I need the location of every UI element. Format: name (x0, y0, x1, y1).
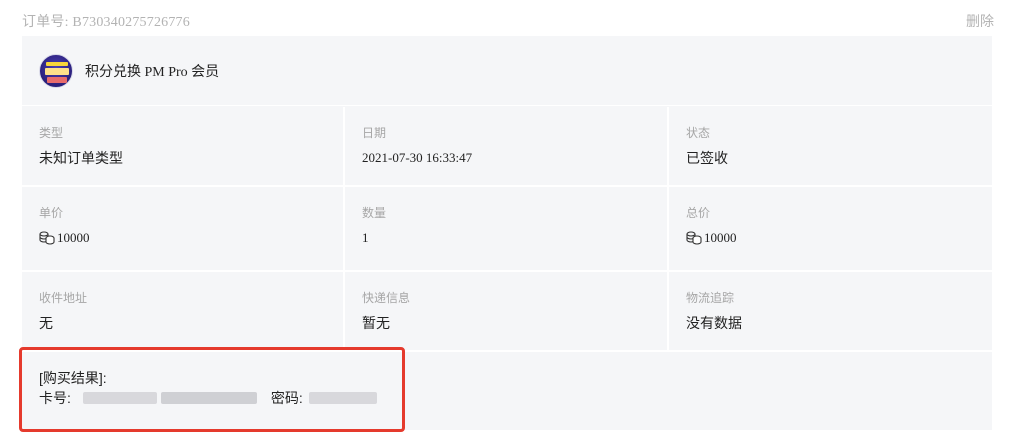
type-label: 类型 (39, 126, 64, 140)
type-value: 未知订单类型 (39, 150, 123, 166)
purchase-result: [购买结果]: 卡号: 密码: (22, 355, 992, 430)
quantity-label: 数量 (362, 206, 387, 220)
unit-price-value: 10000 (39, 229, 343, 247)
date-label: 日期 (362, 126, 387, 140)
order-card: 积分兑换 PM Pro 会员 类型 未知订单类型 日期 2021-07-30 1… (22, 36, 992, 430)
delete-button[interactable]: 删除 (966, 11, 994, 31)
date-cell: 日期 2021-07-30 16:33:47 (345, 107, 669, 185)
product-row: 积分兑换 PM Pro 会员 (22, 36, 992, 106)
order-number-value: B730340275726776 (72, 15, 190, 30)
purchase-result-title: [购买结果]: (39, 370, 107, 386)
coins-icon (39, 231, 55, 245)
redacted-password (308, 392, 377, 404)
order-number: 订单号: B730340275726776 (22, 11, 190, 31)
quantity-cell: 数量 1 (345, 187, 669, 270)
tracking-value: 没有数据 (686, 315, 742, 331)
total-label: 总价 (686, 206, 711, 220)
date-value: 2021-07-30 16:33:47 (362, 150, 473, 165)
purchase-result-line: 卡号: 密码: (39, 389, 992, 407)
tracking-label: 物流追踪 (686, 291, 735, 305)
type-cell: 类型 未知订单类型 (22, 107, 345, 185)
order-header: 订单号: B730340275726776 删除 (22, 10, 994, 32)
express-label: 快递信息 (362, 291, 411, 305)
unit-price-amount: 10000 (57, 230, 90, 245)
total-cell: 总价 10000 (669, 187, 992, 270)
tracking-cell: 物流追踪 没有数据 (669, 272, 992, 350)
status-cell: 状态 已签收 (669, 107, 992, 185)
status-value: 已签收 (686, 150, 728, 166)
status-label: 状态 (686, 126, 711, 140)
details-row: 收件地址 无 快递信息 暂无 物流追踪 没有数据 (22, 272, 992, 352)
total-value: 10000 (686, 229, 992, 247)
quantity-value: 1 (362, 230, 369, 245)
order-details-grid: 类型 未知订单类型 日期 2021-07-30 16:33:47 状态 已签收 … (22, 107, 992, 352)
password-label: 密码: (270, 390, 303, 406)
details-row: 单价 10000 数量 1 总价 10000 (22, 187, 992, 272)
express-value: 暂无 (362, 315, 390, 331)
total-amount: 10000 (704, 230, 737, 245)
redacted-card-number (160, 392, 257, 404)
express-cell: 快递信息 暂无 (345, 272, 669, 350)
card-number-label: 卡号: (39, 390, 71, 406)
redacted-card-number (82, 392, 157, 404)
details-row: 类型 未知订单类型 日期 2021-07-30 16:33:47 状态 已签收 (22, 107, 992, 187)
pm-pro-avatar-icon (39, 53, 73, 88)
address-cell: 收件地址 无 (22, 272, 345, 350)
address-value: 无 (39, 315, 53, 331)
order-number-label: 订单号: (22, 15, 69, 30)
product-title: 积分兑换 PM Pro 会员 (85, 64, 220, 80)
coins-icon (686, 231, 702, 245)
address-label: 收件地址 (39, 291, 88, 305)
unit-price-cell: 单价 10000 (22, 187, 345, 270)
unit-price-label: 单价 (39, 206, 64, 220)
